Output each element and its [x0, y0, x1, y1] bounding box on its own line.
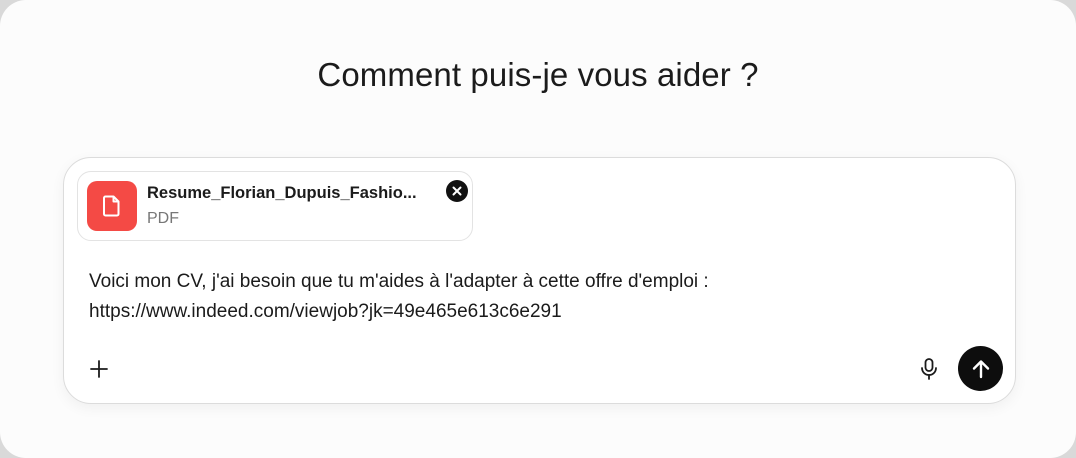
voice-input-button[interactable]: [917, 357, 941, 381]
add-button[interactable]: [86, 356, 112, 382]
send-button[interactable]: [958, 346, 1003, 391]
attachment-card[interactable]: Resume_Florian_Dupuis_Fashio... PDF: [77, 171, 473, 241]
close-icon: [452, 186, 462, 196]
message-line: Voici mon CV, j'ai besoin que tu m'aides…: [89, 271, 709, 292]
message-composer: Resume_Florian_Dupuis_Fashio... PDF Voic…: [63, 157, 1016, 404]
page-title: Comment puis-je vous aider ?: [317, 56, 759, 93]
chat-window: Comment puis-je vous aider ? Resume_Flor…: [0, 0, 1076, 458]
arrow-up-icon: [972, 359, 989, 378]
message-line: https://www.indeed.com/viewjob?jk=49e465…: [89, 301, 562, 322]
plus-icon: [90, 360, 108, 378]
message-input[interactable]: Voici mon CV, j'ai besoin que tu m'aides…: [89, 267, 969, 327]
remove-attachment-button[interactable]: [446, 180, 468, 202]
microphone-icon: [921, 358, 937, 380]
attachment-file-name: Resume_Florian_Dupuis_Fashio...: [147, 184, 417, 202]
attachment-file-type: PDF: [147, 210, 179, 227]
document-icon: [87, 181, 137, 231]
